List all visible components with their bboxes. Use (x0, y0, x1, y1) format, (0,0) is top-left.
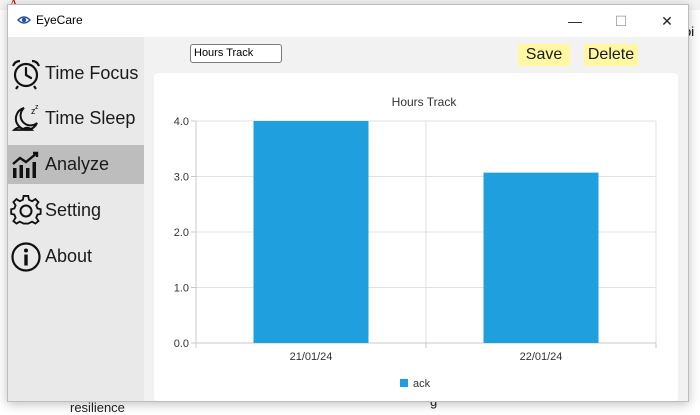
app-title: EyeCare (36, 13, 83, 27)
alarm-clock-icon (11, 59, 41, 90)
sidebar-item-label: Time Sleep (45, 108, 136, 128)
sidebar-item-analyze[interactable]: Analyze (8, 145, 144, 184)
chart-title: Hours Track (392, 95, 458, 109)
y-tick-label: 0.0 (174, 338, 189, 350)
chart-legend: ack (400, 378, 431, 390)
chart-trend-icon (12, 151, 39, 178)
sidebar-item-label: Setting (45, 200, 102, 220)
legend-label: ack (413, 378, 431, 390)
y-tick-label: 1.0 (174, 283, 189, 295)
save-button[interactable]: Save (518, 44, 570, 66)
maximize-button[interactable]: ☐ (598, 5, 644, 37)
bar-22-01-24 (483, 172, 599, 343)
y-tick-label: 3.0 (174, 172, 189, 184)
sleep-moon-icon: z z (11, 104, 39, 131)
sidebar-item-label: Time Focus (45, 63, 139, 83)
x-tick-label: 22/01/24 (520, 351, 563, 363)
x-tick-label: 21/01/24 (290, 351, 333, 363)
main-panel: Save Delete Hours Track 0.0 1.0 2.0 3.0 4.0 … (144, 37, 688, 401)
x-axis-ticks: 21/01/24 22/01/24 (195, 343, 657, 363)
close-button[interactable]: ✕ (644, 5, 688, 37)
bar-21-01-24 (253, 121, 369, 343)
app-window: EyeCare — ☐ ✕ Time Focus z z Time Sleep (7, 4, 689, 402)
sidebar-item-time-sleep[interactable]: z z Time Sleep (8, 99, 144, 138)
sidebar-item-time-focus[interactable]: Time Focus (8, 54, 144, 93)
chart-title-input[interactable] (190, 44, 282, 63)
delete-button[interactable]: Delete (584, 44, 638, 66)
minimize-button[interactable]: — (552, 5, 598, 37)
sidebar-item-about[interactable]: About (8, 237, 144, 276)
y-tick-label: 2.0 (174, 227, 189, 239)
bar-chart: Hours Track 0.0 1.0 2.0 3.0 4.0 21/01/24 22/0… (174, 95, 657, 390)
y-tick-label: 4.0 (174, 116, 189, 128)
chart-card: Hours Track 0.0 1.0 2.0 3.0 4.0 21/01/24 22/0… (154, 73, 678, 401)
sidebar-item-label: About (45, 246, 93, 266)
y-axis-ticks: 0.0 1.0 2.0 3.0 4.0 (174, 116, 196, 350)
info-icon (11, 241, 41, 272)
sidebar-item-setting[interactable]: Setting (8, 191, 144, 230)
title-bar[interactable]: EyeCare — ☐ ✕ (8, 5, 688, 37)
sidebar-item-label: Analyze (45, 154, 110, 174)
gear-icon (10, 194, 42, 225)
svg-text:z: z (35, 104, 39, 111)
legend-swatch (400, 379, 408, 387)
sidebar: Time Focus z z Time Sleep Analyze Settin… (8, 37, 144, 401)
eye-icon (17, 16, 31, 24)
